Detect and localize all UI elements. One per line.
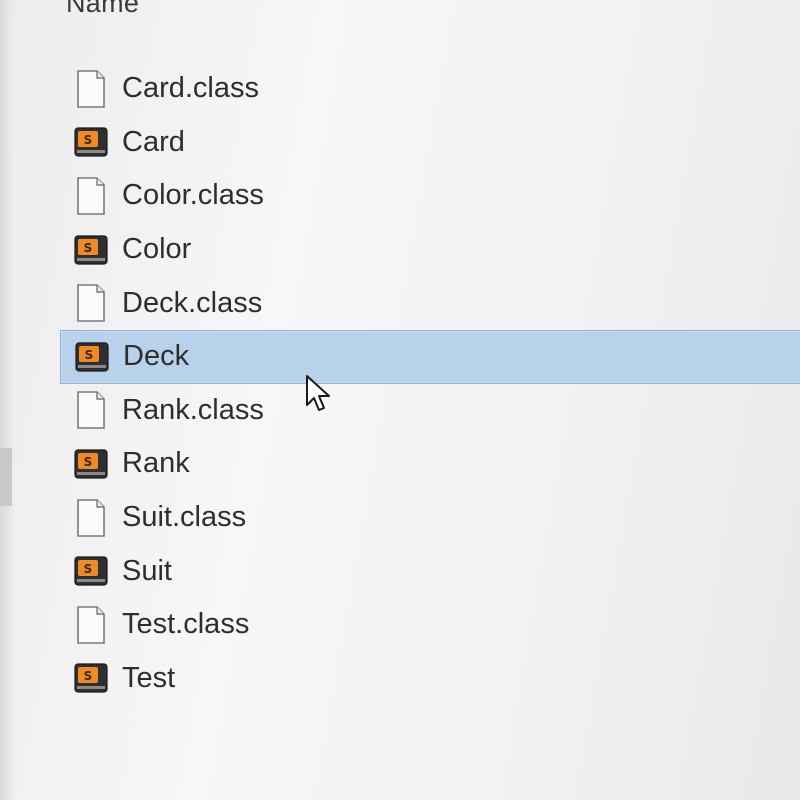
blank-file-icon [74,176,108,216]
sublime-file-icon: S [74,658,108,698]
file-name: Color [122,233,192,266]
file-row[interactable]: Rank.class [60,384,800,438]
file-name: Test [122,661,176,694]
svg-text:S: S [84,241,93,255]
svg-text:S: S [84,562,93,576]
file-name: Deck.class [122,286,263,319]
blank-file-icon [74,69,108,109]
file-name: Deck [123,340,190,373]
file-row[interactable]: Deck.class [60,276,800,330]
file-row[interactable]: Card.class [60,62,800,116]
navigation-pane-edge [0,0,14,800]
blank-file-icon [74,498,108,538]
file-name: Test.class [122,608,250,641]
file-row[interactable]: Suit.class [60,491,800,545]
file-row[interactable]: Test.class [60,598,800,652]
file-row-selected[interactable]: S Deck [60,329,800,384]
file-name: Suit [122,554,172,587]
file-row[interactable]: S Rank [60,437,800,491]
file-row[interactable]: S Test [60,652,800,706]
file-explorer-window: Name Card.class S Card Color.class S Col… [0,0,800,800]
svg-text:S: S [84,455,93,469]
file-name: Suit.class [122,501,247,534]
svg-text:S: S [84,133,93,147]
file-row[interactable]: S Suit [60,544,800,598]
svg-text:S: S [84,669,93,683]
file-row[interactable]: S Card [60,116,800,170]
mouse-pointer-icon [306,375,330,411]
file-list: Card.class S Card Color.class S Color De… [60,62,800,705]
sublime-file-icon: S [74,444,108,484]
blank-file-icon [74,283,108,323]
file-name: Color.class [122,179,264,212]
sublime-file-icon: S [74,551,108,591]
sublime-file-icon: S [74,122,108,162]
name-column-header[interactable]: Name [66,0,139,19]
svg-text:S: S [85,348,94,362]
file-row[interactable]: Color.class [60,169,800,223]
blank-file-icon [74,390,108,430]
file-name: Card.class [122,72,259,105]
blank-file-icon [74,605,108,645]
sublime-file-icon: S [75,337,109,377]
navigation-pane-scrollbar[interactable] [0,448,12,506]
sublime-file-icon: S [74,230,108,270]
file-name: Rank.class [122,393,264,426]
file-name: Card [122,125,185,158]
file-name: Rank [122,447,190,480]
file-row[interactable]: S Color [60,223,800,277]
